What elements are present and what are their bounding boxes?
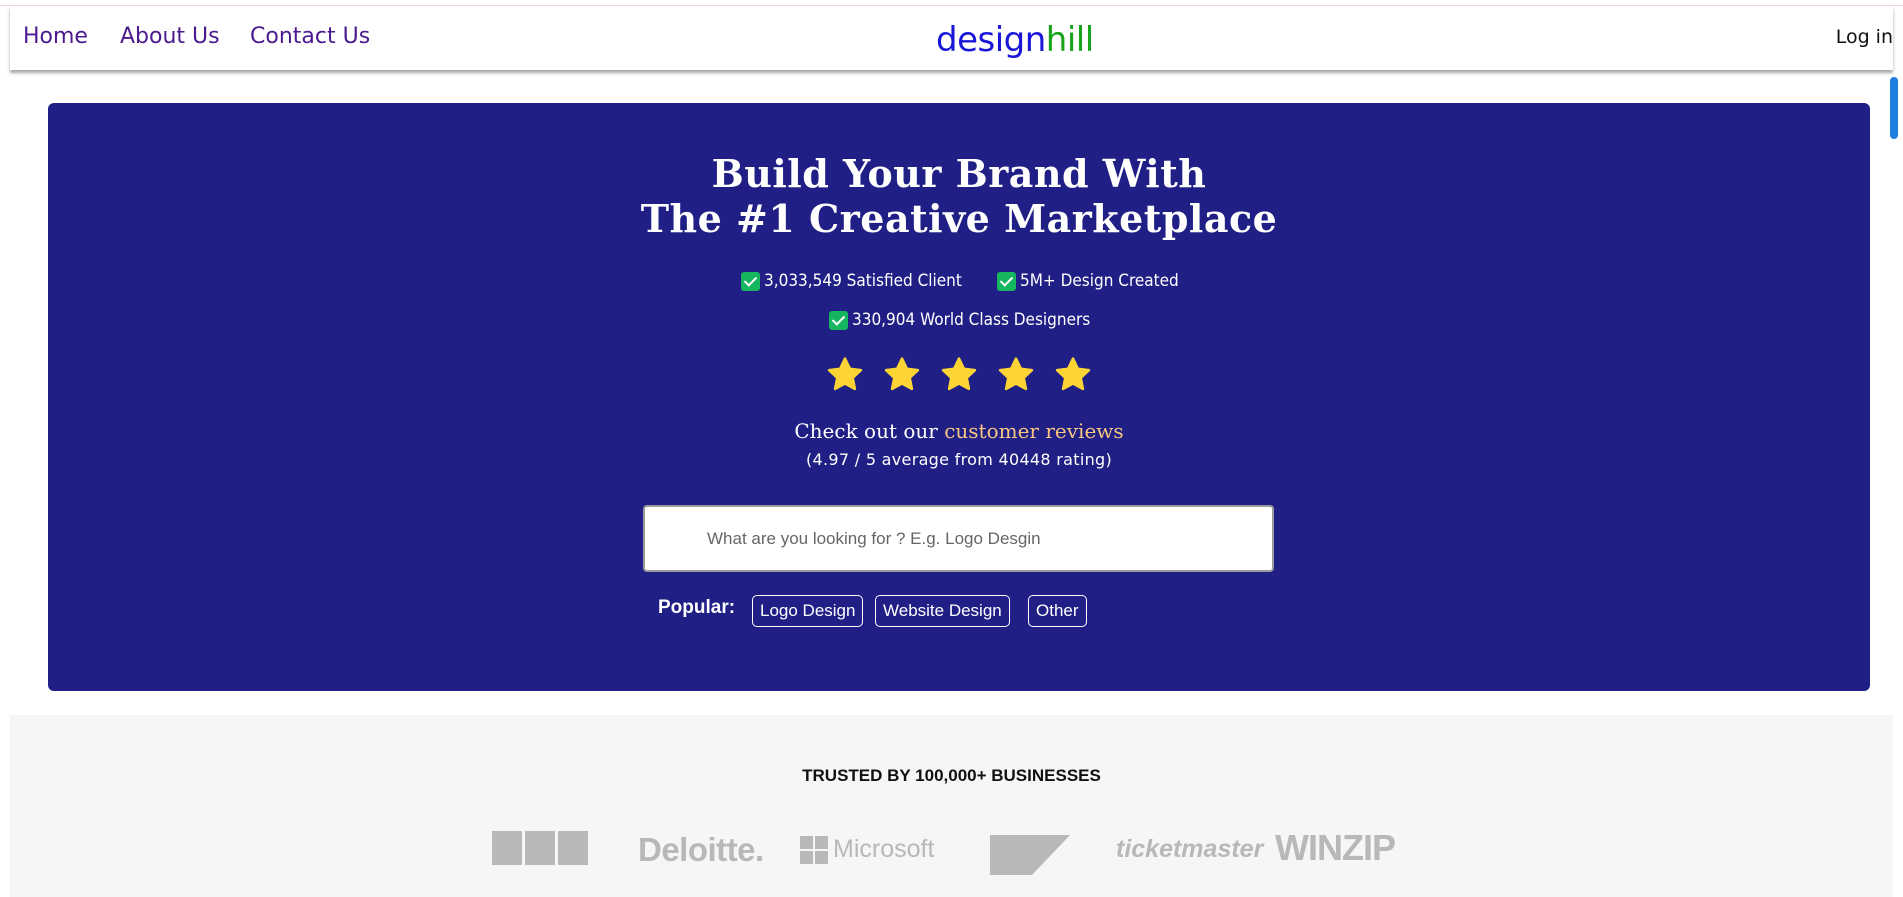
hero-headline-line2: The #1 Creative Marketplace bbox=[640, 196, 1278, 241]
hero-banner: Build Your Brand With The #1 Creative Ma… bbox=[48, 103, 1870, 691]
star-icon bbox=[827, 357, 862, 391]
star-icon bbox=[998, 357, 1034, 391]
popular-tag-website-design[interactable]: Website Design bbox=[875, 595, 1010, 627]
rating-stars bbox=[48, 355, 1870, 399]
reviews-line: Check out our customer reviews bbox=[48, 419, 1870, 443]
star-icon bbox=[884, 357, 920, 391]
microsoft-logo: Microsoft bbox=[800, 835, 934, 864]
stat-satisfied-clients: 3,033,549 Satisfied Client bbox=[741, 271, 962, 291]
login-link[interactable]: Log in bbox=[1836, 26, 1893, 48]
sap-shape-icon bbox=[990, 835, 1070, 875]
scrollbar-thumb[interactable] bbox=[1890, 77, 1898, 139]
trusted-title: TRUSTED BY 100,000+ BUSINESSES bbox=[802, 766, 1101, 785]
star-icon bbox=[1056, 357, 1091, 391]
check-icon bbox=[741, 271, 760, 291]
nav-link-contact-us[interactable]: Contact Us bbox=[250, 24, 370, 49]
star-icon bbox=[941, 357, 977, 391]
ticketmaster-logo: ticketmaster bbox=[1116, 835, 1264, 863]
search-input[interactable] bbox=[643, 505, 1274, 572]
sap-logo bbox=[990, 835, 1070, 880]
bbc-letter-b bbox=[492, 831, 522, 865]
logo-text-design: design bbox=[936, 20, 1046, 60]
customer-reviews-link[interactable]: customer reviews bbox=[944, 419, 1123, 443]
winzip-logo: WINZIP bbox=[1275, 827, 1396, 868]
popular-tag-other[interactable]: Other bbox=[1028, 595, 1087, 627]
reviews-prefix: Check out our bbox=[794, 419, 938, 443]
stat-designers: 330,904 World Class Designers bbox=[829, 310, 1090, 330]
bbc-letter-c bbox=[558, 831, 588, 865]
stat-designs-created: 5M+ Design Created bbox=[997, 271, 1179, 291]
microsoft-wordmark: Microsoft bbox=[833, 835, 935, 863]
trusted-by-section: TRUSTED BY 100,000+ BUSINESSES Deloitte.… bbox=[10, 715, 1893, 897]
navbar: Home About Us Contact Us designhill Log … bbox=[10, 6, 1893, 70]
logo-text-hill: hill bbox=[1045, 20, 1094, 60]
nav-link-about-us[interactable]: About Us bbox=[120, 24, 220, 49]
deloitte-logo: Deloitte. bbox=[638, 831, 764, 868]
popular-label: Popular: bbox=[658, 597, 736, 618]
site-logo[interactable]: designhill bbox=[936, 20, 1094, 60]
check-icon bbox=[829, 310, 848, 330]
stat-label: 5M+ Design Created bbox=[1020, 271, 1179, 291]
stat-label: 330,904 World Class Designers bbox=[852, 310, 1091, 330]
microsoft-squares-icon bbox=[800, 835, 828, 864]
popular-tag-logo-design[interactable]: Logo Design bbox=[752, 595, 864, 627]
check-icon bbox=[997, 271, 1016, 291]
bbc-logo bbox=[492, 831, 588, 865]
stat-label: 3,033,549 Satisfied Client bbox=[764, 271, 962, 291]
bbc-letter-b bbox=[525, 831, 555, 865]
hero-headline-line1: Build Your Brand With bbox=[711, 151, 1207, 196]
nav-link-home[interactable]: Home bbox=[23, 24, 88, 49]
rating-summary: (4.97 / 5 average from 40448 rating) bbox=[805, 450, 1113, 469]
